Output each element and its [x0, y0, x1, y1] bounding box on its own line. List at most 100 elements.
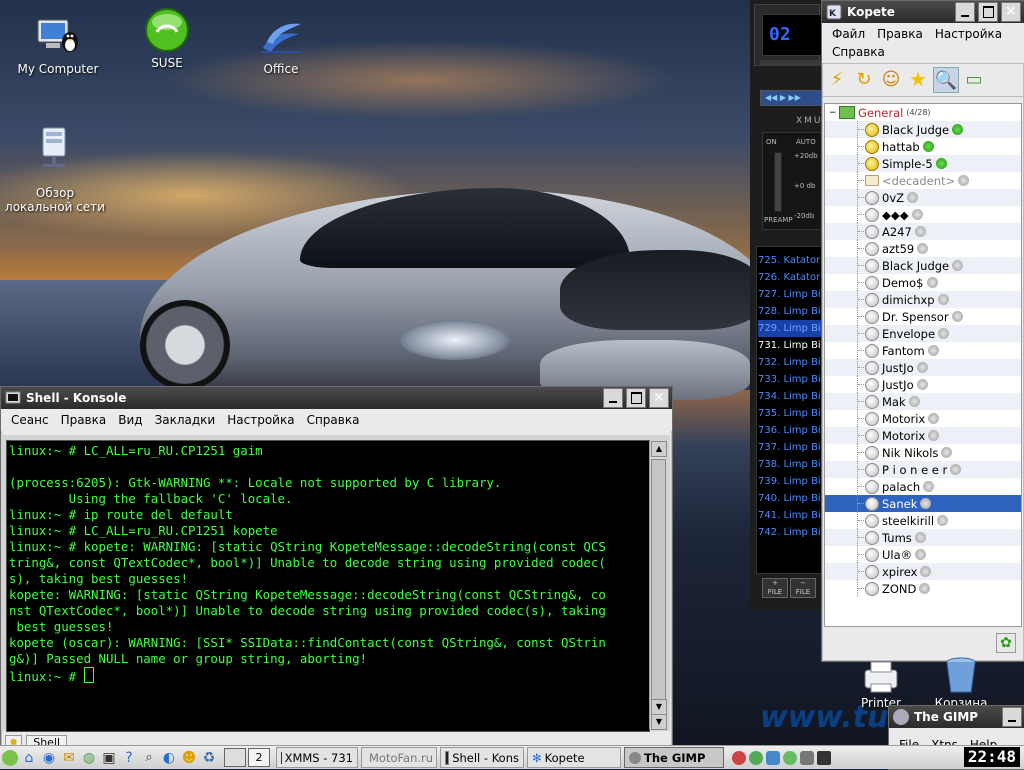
menu-item[interactable]: Правка — [55, 411, 113, 429]
kopete-window[interactable]: K Kopete ✕ Файл Правка Настройка Справка ⚡ … — [821, 0, 1024, 662]
contact-row[interactable]: P i o n e e r — [825, 461, 1021, 478]
eq-preamp-slider[interactable] — [774, 152, 782, 212]
contact-row[interactable]: Simple-5 — [825, 155, 1021, 172]
task-kopete[interactable]: ✻ Kopete — [527, 747, 621, 768]
minimize-button[interactable] — [955, 2, 975, 22]
scroll-down-icon[interactable]: ▼ — [651, 714, 667, 730]
contact-row[interactable]: Black Judge — [825, 257, 1021, 274]
contact-list[interactable]: − General (4/28) Black Judge hattab Simple… — [824, 103, 1022, 627]
playlist-item[interactable]: 733. Limp Bi — [758, 371, 822, 388]
kopete-titlebar[interactable]: K Kopete ✕ — [822, 1, 1024, 23]
menu-item[interactable]: Справка — [301, 411, 366, 429]
clock[interactable]: 22:48 — [963, 747, 1020, 767]
playlist-item[interactable]: 727. Limp Bi — [758, 286, 822, 303]
contact-row[interactable]: 0vZ — [825, 189, 1021, 206]
desktop-icon-office[interactable]: Office — [226, 12, 336, 76]
desktop-2-button[interactable]: 2 — [248, 748, 270, 767]
contact-row[interactable]: Mak — [825, 393, 1021, 410]
menu-item[interactable]: Сеанс — [5, 411, 55, 429]
playlist-item[interactable]: 736. Limp Bi — [758, 422, 822, 439]
contact-row[interactable]: Nik Nikols — [825, 444, 1021, 461]
scroll-up-icon[interactable]: ▲ — [651, 441, 667, 457]
playlist-item[interactable]: 742. Limp Bi — [758, 524, 822, 541]
kopete-launcher-icon[interactable]: ☻ — [180, 749, 198, 767]
search-icon[interactable]: 🔍 — [933, 67, 959, 93]
contact-row[interactable]: steelkirill — [825, 512, 1021, 529]
playlist-item[interactable]: 735. Limp Bi — [758, 405, 822, 422]
eq-auto-label[interactable]: AUTO — [796, 138, 816, 146]
tray-icon-2[interactable] — [749, 750, 763, 765]
contact-row[interactable]: JustJo — [825, 376, 1021, 393]
close-button[interactable]: ✕ — [1001, 2, 1021, 22]
contact-row[interactable]: Demo$ — [825, 274, 1021, 291]
contact-row[interactable]: ZOND — [825, 580, 1021, 597]
scroll-down-icon[interactable]: ▼ — [651, 699, 667, 715]
search-icon[interactable]: ⌕ — [140, 749, 158, 767]
contact-row[interactable]: JustJo — [825, 359, 1021, 376]
desktop-icon-my-computer[interactable]: My Computer — [3, 12, 113, 76]
playlist-item[interactable]: 738. Limp Bi — [758, 456, 822, 473]
connect-icon[interactable]: ⚡ — [825, 67, 849, 91]
minimize-button[interactable] — [1002, 707, 1022, 727]
desktop-icon-network[interactable]: Обзор локальной сети — [0, 108, 110, 214]
playlist-item[interactable]: 741. Limp Bi — [758, 507, 822, 524]
terminal-scrollbar[interactable]: ▲ ▼ ▼ — [649, 441, 667, 730]
tray-icon-5[interactable] — [800, 750, 814, 765]
contact-row[interactable]: azt59 — [825, 240, 1021, 257]
menu-item[interactable]: Настройка — [221, 411, 300, 429]
maximize-button[interactable] — [978, 2, 998, 22]
menu-item[interactable]: Настройка — [929, 25, 1008, 43]
contact-row[interactable]: Motorix — [825, 427, 1021, 444]
folder-icon[interactable]: ▭ — [962, 67, 986, 91]
playlist-item[interactable]: 728. Limp Bi — [758, 303, 822, 320]
task-xmms[interactable]: XMMS - 731 — [276, 747, 358, 768]
contact-row[interactable]: ◆◆◆ — [825, 206, 1021, 223]
star-icon[interactable]: ★ — [906, 67, 930, 91]
add-file-button[interactable]: + FILE — [762, 578, 788, 598]
contact-row[interactable]: A247 — [825, 223, 1021, 240]
xmms-playlist[interactable]: 725. Katator 726. Katator 727. Limp Bi 728.… — [758, 252, 822, 541]
konsole-icon[interactable]: ▣ — [100, 749, 118, 767]
desktop-pager[interactable]: 2 — [224, 748, 270, 767]
menu-item[interactable]: Файл — [826, 25, 871, 43]
task-motofan[interactable]: MotoFan.ru — [361, 747, 437, 768]
group-general[interactable]: − General (4/28) — [825, 104, 1021, 121]
tray-icon-3[interactable] — [766, 750, 780, 765]
playlist-item[interactable]: 729. Limp Bi — [758, 320, 822, 337]
contact-row[interactable]: <decadent> — [825, 172, 1021, 189]
desktop-icon-suse[interactable]: SUSE — [112, 6, 222, 70]
trash-icon[interactable]: ♻ — [200, 749, 218, 767]
menu-item[interactable]: Вид — [112, 411, 148, 429]
playlist-item[interactable]: 726. Katator — [758, 269, 822, 286]
gimp-titlebar[interactable]: The GIMP — [889, 706, 1024, 728]
contact-row[interactable]: Ula® — [825, 546, 1021, 563]
close-button[interactable]: ✕ — [649, 388, 669, 408]
contact-row[interactable]: Motorix — [825, 410, 1021, 427]
help-icon[interactable]: ? — [120, 749, 138, 767]
desktop-icon-trash[interactable]: Корзина — [906, 656, 1016, 710]
contact-row[interactable]: Dr. Spensor — [825, 308, 1021, 325]
contact-row[interactable]: palach — [825, 478, 1021, 495]
network-icon[interactable]: ◍ — [80, 749, 98, 767]
contact-row[interactable]: dimichxp — [825, 291, 1021, 308]
remove-file-button[interactable]: − FILE — [790, 578, 816, 598]
eq-on-label[interactable]: ON — [766, 138, 777, 146]
playlist-item[interactable]: 731. Limp Bi — [758, 337, 822, 354]
minimize-button[interactable] — [603, 388, 623, 408]
menu-item[interactable]: Закладки — [149, 411, 222, 429]
contact-row[interactable]: Black Judge — [825, 121, 1021, 138]
tray-icon-1[interactable] — [732, 750, 746, 765]
contact-row[interactable]: hattab — [825, 138, 1021, 155]
mail-icon[interactable]: ✉ — [60, 749, 78, 767]
konqueror-icon[interactable]: ◐ — [160, 749, 178, 767]
contact-row[interactable]: Fantom — [825, 342, 1021, 359]
konsole-window[interactable]: Shell - Konsole ✕ Сеанс Правка Вид Закладки… — [0, 386, 673, 750]
add-contact-icon[interactable]: ☺ — [879, 67, 903, 91]
terminal-output[interactable]: linux:~ # LC_ALL=ru_RU.CP1251 gaim (proc… — [6, 440, 650, 732]
task-gimp[interactable]: The GIMP — [624, 747, 724, 768]
kmenu-icon[interactable] — [2, 749, 18, 766]
collapse-icon[interactable]: − — [829, 108, 839, 118]
home-icon[interactable]: ⌂ — [20, 749, 38, 767]
online-status-icon[interactable]: ✿ — [996, 633, 1016, 653]
desktop-1-button[interactable] — [224, 748, 246, 767]
